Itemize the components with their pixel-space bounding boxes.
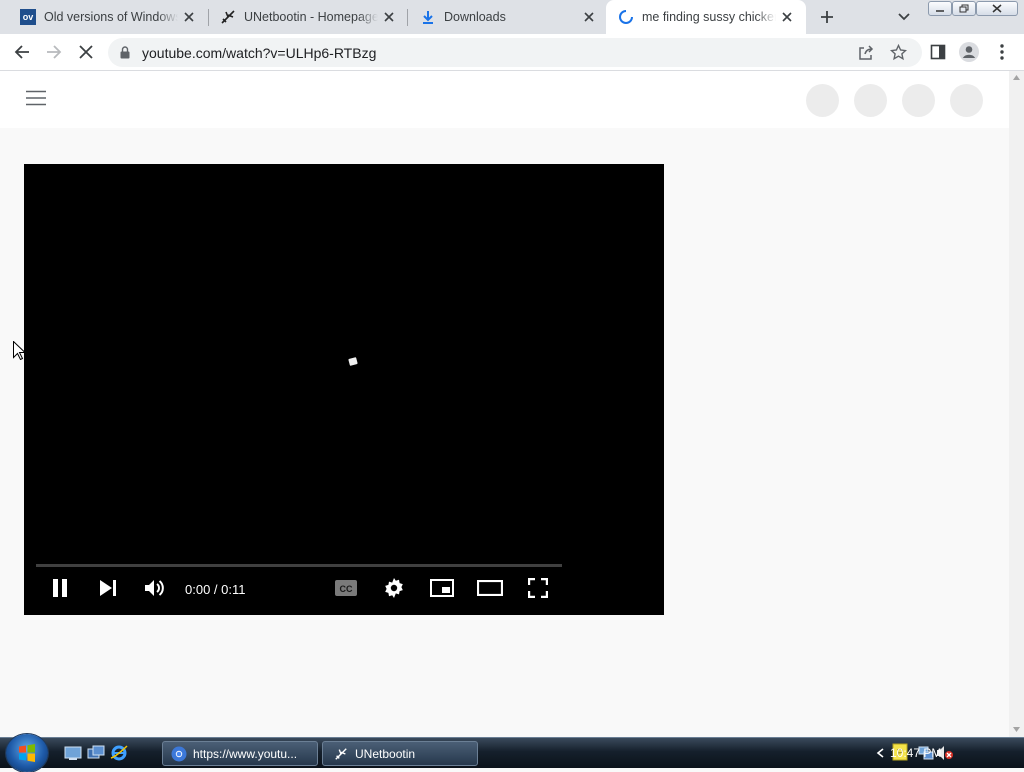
scroll-down-arrow-icon[interactable] <box>1013 727 1020 732</box>
close-icon[interactable] <box>780 10 794 24</box>
taskbar-button-label: https://www.youtu... <box>193 746 298 761</box>
download-icon <box>420 9 436 25</box>
close-window-button[interactable] <box>976 1 1018 16</box>
video-player[interactable]: 0:00 / 0:11 CC <box>24 164 664 615</box>
next-button[interactable] <box>94 574 122 602</box>
lock-icon[interactable] <box>120 46 130 64</box>
kebab-menu-icon[interactable] <box>990 40 1014 64</box>
loading-indicator <box>348 357 358 366</box>
browser-toolbar: youtube.com/watch?v=ULHp6-RTBzg <box>0 34 1024 71</box>
taskbar-button-chrome[interactable]: https://www.youtu... <box>162 741 318 766</box>
page-scrollbar[interactable] <box>1009 71 1024 737</box>
plane-icon <box>220 9 236 25</box>
tab-me-finding-sussy-chicken[interactable]: me finding sussy chicken <box>606 0 806 34</box>
tab-downloads[interactable]: Downloads <box>400 0 608 34</box>
header-placeholder-circle <box>950 84 983 117</box>
scroll-up-arrow-icon[interactable] <box>1013 75 1020 80</box>
minimize-button[interactable] <box>928 1 952 16</box>
windows-logo-icon <box>19 744 35 762</box>
show-hidden-icons-chevron-icon[interactable] <box>876 748 884 758</box>
side-panel-icon[interactable] <box>926 40 950 64</box>
profile-avatar-icon[interactable] <box>957 40 981 64</box>
url-text: youtube.com/watch?v=ULHp6-RTBzg <box>142 45 377 61</box>
tab-title: UNetbootin - Homepage <box>244 10 378 24</box>
internet-explorer-icon[interactable] <box>110 745 128 761</box>
tab-title: me finding sussy chicken <box>642 10 776 24</box>
tab-strip: ov Old versions of Windows UNetbootin - … <box>0 0 1024 34</box>
switch-windows-icon[interactable] <box>87 745 105 761</box>
new-tab-button[interactable] <box>816 6 838 28</box>
clock[interactable]: 10:47 PM <box>890 746 941 760</box>
stop-loading-button[interactable] <box>74 40 98 64</box>
settings-gear-icon[interactable] <box>380 574 408 602</box>
tab-title: Old versions of Windows <box>44 10 178 24</box>
miniplayer-icon[interactable] <box>428 574 456 602</box>
back-button[interactable] <box>10 40 34 64</box>
captions-label: CC <box>340 584 353 594</box>
close-icon[interactable] <box>182 10 196 24</box>
header-placeholder-circle <box>806 84 839 117</box>
share-icon[interactable] <box>858 45 874 66</box>
fullscreen-icon[interactable] <box>524 574 552 602</box>
close-icon[interactable] <box>582 10 596 24</box>
restore-button[interactable] <box>952 1 976 16</box>
theater-mode-icon[interactable] <box>476 574 504 602</box>
time-display: 0:00 / 0:11 <box>185 582 246 597</box>
taskbar-button-unetbootin[interactable]: UNetbootin <box>322 741 478 766</box>
progress-bar[interactable] <box>36 564 562 567</box>
pause-button[interactable] <box>46 574 74 602</box>
close-icon[interactable] <box>382 10 396 24</box>
tab-old-versions-of-windows[interactable]: ov Old versions of Windows <box>0 0 208 34</box>
header-placeholder-circle <box>854 84 887 117</box>
volume-icon[interactable] <box>141 574 169 602</box>
taskbar-button-label: UNetbootin <box>355 746 416 761</box>
captions-button[interactable]: CC <box>332 574 360 602</box>
header-placeholder-circle <box>902 84 935 117</box>
tab-unetbootin-homepage[interactable]: UNetbootin - Homepage <box>200 0 408 34</box>
windows-taskbar: https://www.youtu... UNetbootin P 10:47 … <box>0 734 1024 772</box>
show-desktop-icon[interactable] <box>64 745 82 761</box>
tab-search-button[interactable] <box>894 8 914 26</box>
bookmark-star-icon[interactable] <box>889 43 908 66</box>
hamburger-menu-icon[interactable] <box>26 90 46 111</box>
address-bar[interactable]: youtube.com/watch?v=ULHp6-RTBzg <box>108 38 922 67</box>
ov-icon: ov <box>20 9 36 25</box>
youtube-page: 0:00 / 0:11 CC <box>0 71 1009 737</box>
tab-title: Downloads <box>444 10 506 24</box>
youtube-header <box>0 71 1009 128</box>
mouse-cursor-icon <box>13 341 25 360</box>
loading-spinner-icon <box>618 9 634 25</box>
unetbootin-icon <box>333 746 349 762</box>
chrome-icon <box>171 746 187 762</box>
forward-button[interactable] <box>42 40 66 64</box>
start-button[interactable] <box>6 734 48 772</box>
system-tray: P 10:47 PM <box>876 738 1024 768</box>
